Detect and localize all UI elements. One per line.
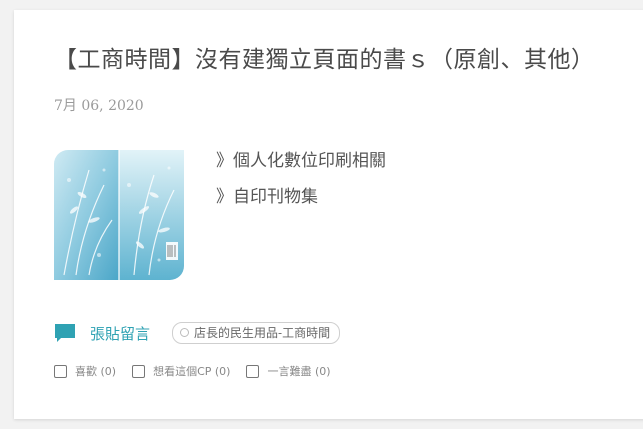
related-links: 》個人化數位印刷相關 》自印刊物集 (216, 150, 386, 222)
post-footer: 張貼留言 店長的民生用品-工商時間 (54, 322, 341, 344)
link-custom-digital-print[interactable]: 》個人化數位印刷相關 (216, 150, 386, 186)
checkbox-icon[interactable] (132, 364, 146, 378)
post-comment-link[interactable]: 張貼留言 (90, 323, 150, 344)
reaction-like[interactable]: 喜歡 (0) (54, 363, 116, 379)
post-date: 7月 06, 2020 (54, 98, 144, 114)
book-cover-art (54, 150, 184, 280)
post-title[interactable]: 【工商時間】沒有建獨立頁面的書ｓ（原創、其他） (54, 40, 595, 74)
reaction-complicated[interactable]: 一言難盡 (0) (246, 363, 331, 379)
reaction-want-cp[interactable]: 想看這個CP (0) (132, 363, 230, 379)
reaction-complicated-label: 一言難盡 (0) (267, 365, 331, 378)
reaction-like-label: 喜歡 (0) (75, 365, 117, 378)
label-tag[interactable]: 店長的民生用品-工商時間 (172, 322, 341, 344)
post-card: 【工商時間】沒有建獨立頁面的書ｓ（原創、其他） 7月 06, 2020 》個人化… (14, 10, 643, 419)
speech-bubble-icon[interactable] (54, 323, 76, 343)
reaction-bar: 喜歡 (0) 想看這個CP (0) 一言難盡 (0) (54, 363, 347, 379)
reaction-want-cp-label: 想看這個CP (0) (153, 365, 231, 378)
link-self-published-works[interactable]: 》自印刊物集 (216, 186, 386, 222)
checkbox-icon[interactable] (54, 364, 67, 378)
book-cover-image[interactable] (54, 150, 184, 280)
label-tag-text: 店長的民生用品-工商時間 (194, 326, 331, 340)
circle-dot-icon (180, 328, 190, 337)
checkbox-icon[interactable] (246, 364, 260, 378)
